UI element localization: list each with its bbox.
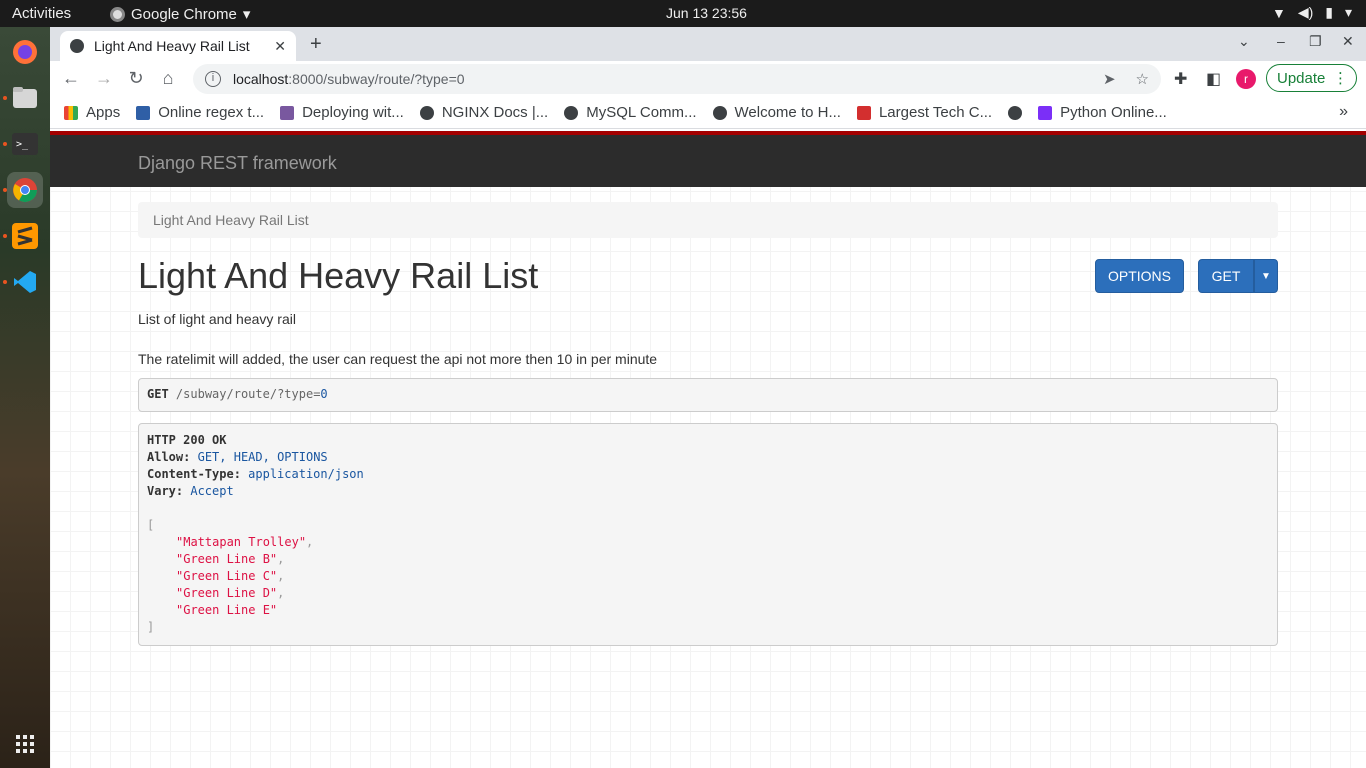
request-type-value: 0 xyxy=(320,387,328,401)
json-item: "Green Line B", xyxy=(176,552,285,566)
tg-icon xyxy=(856,105,871,120)
browser-toolbar: ← → ↻ ⌂ i localhost:8000/subway/route/?t… xyxy=(50,61,1366,97)
volume-icon: ◀) xyxy=(1297,4,1314,20)
files-icon[interactable] xyxy=(7,80,43,116)
regex-icon xyxy=(136,105,151,120)
dock: >_ xyxy=(0,27,50,768)
sublime-icon[interactable] xyxy=(7,218,43,254)
back-icon[interactable]: ← xyxy=(60,68,82,89)
bookmark-apps[interactable]: Apps xyxy=(64,104,120,121)
send-icon[interactable]: ➤ xyxy=(1103,70,1116,88)
globe-icon xyxy=(712,105,727,120)
bookmark-welcome[interactable]: Welcome to H... xyxy=(712,104,841,121)
chevron-down-icon: ▾ xyxy=(242,6,251,23)
request-info: GET /subway/route/?type=0 xyxy=(138,378,1278,412)
heroku-icon xyxy=(280,105,295,120)
home-icon[interactable]: ⌂ xyxy=(157,68,179,89)
response-header: Content-Type: application/json xyxy=(147,467,364,481)
app-menu-label: Google Chrome xyxy=(131,5,237,23)
chevron-down-icon[interactable]: ⌄ xyxy=(1238,33,1250,50)
chevron-right-icon[interactable]: » xyxy=(1339,103,1348,121)
json-item: "Green Line C", xyxy=(176,569,285,583)
svg-text:>_: >_ xyxy=(16,139,29,150)
star-icon[interactable]: ☆ xyxy=(1136,70,1149,88)
request-method: GET xyxy=(147,387,169,401)
bookmark-mysql[interactable]: MySQL Comm... xyxy=(564,104,697,121)
json-item: "Green Line D", xyxy=(176,586,285,600)
minimize-icon[interactable]: – xyxy=(1277,33,1285,49)
page-title: Light And Heavy Rail List xyxy=(138,255,539,296)
bookmarks-bar: Apps Online regex t... Deploying wit... … xyxy=(50,97,1366,129)
json-item: "Mattapan Trolley", xyxy=(176,535,314,549)
bookmark-globe[interactable] xyxy=(1008,105,1023,120)
extensions-icon[interactable]: ✚ xyxy=(1174,69,1187,89)
app-menu[interactable]: Google Chrome ▾ xyxy=(110,5,250,23)
caret-down-icon: ▼ xyxy=(1261,270,1271,282)
close-icon[interactable]: ✕ xyxy=(274,38,286,55)
get-label: GET xyxy=(1211,268,1241,284)
info-icon[interactable]: i xyxy=(205,71,221,87)
terminal-icon[interactable]: >_ xyxy=(7,126,43,162)
update-label: Update xyxy=(1277,69,1326,87)
replit-icon xyxy=(1038,105,1053,120)
kebab-menu-icon: ⋮ xyxy=(1333,70,1348,87)
update-button[interactable]: Update ⋮ xyxy=(1266,64,1357,92)
close-window-icon[interactable]: ✕ xyxy=(1342,33,1354,50)
breadcrumb-item[interactable]: Light And Heavy Rail List xyxy=(153,212,309,228)
bookmark-python-online[interactable]: Python Online... xyxy=(1038,104,1167,121)
new-tab-icon[interactable]: + xyxy=(310,33,322,56)
reload-icon[interactable]: ↻ xyxy=(125,68,147,89)
activities-button[interactable]: Activities xyxy=(12,5,71,22)
ratelimit-note: The ratelimit will added, the user can r… xyxy=(138,351,658,367)
bookmark-nginx[interactable]: NGINX Docs |... xyxy=(419,104,548,121)
restore-icon[interactable]: ❐ xyxy=(1309,33,1322,50)
apps-grid-icon xyxy=(64,105,78,120)
get-format-dropdown[interactable]: ▼ xyxy=(1254,259,1278,293)
system-tray[interactable]: ▼ ◀) ▮ ▾ xyxy=(1272,4,1352,21)
globe-icon xyxy=(70,39,84,53)
forward-icon[interactable]: → xyxy=(93,68,115,89)
view-description: List of light and heavy rail xyxy=(138,311,296,327)
tab-active[interactable]: Light And Heavy Rail List ✕ xyxy=(60,31,296,61)
avatar[interactable]: r xyxy=(1236,69,1256,89)
breadcrumb: Light And Heavy Rail List xyxy=(138,202,1278,238)
options-label: OPTIONS xyxy=(1107,268,1171,284)
chevron-down-icon: ▾ xyxy=(1344,4,1352,20)
response-status: HTTP 200 OK xyxy=(147,433,227,447)
page-content: Django REST framework Light And Heavy Ra… xyxy=(50,131,1366,768)
wifi-icon: ▼ xyxy=(1271,4,1286,21)
drf-brand-link[interactable]: Django REST framework xyxy=(138,153,337,174)
json-close-bracket: ] xyxy=(147,620,155,634)
battery-icon: ▮ xyxy=(1325,4,1333,20)
address-bar[interactable]: i localhost:8000/subway/route/?type=0 ➤ … xyxy=(193,64,1161,94)
request-path: /subway/route/?type= xyxy=(175,387,321,401)
globe-icon xyxy=(419,105,434,120)
chrome-icon[interactable] xyxy=(7,172,43,208)
url-path: :8000/subway/route/?type=0 xyxy=(288,71,465,87)
firefox-icon[interactable] xyxy=(7,34,43,70)
bookmark-regex[interactable]: Online regex t... xyxy=(136,104,264,121)
json-open-bracket: [ xyxy=(147,518,155,532)
response-info: HTTP 200 OK Allow: GET, HEAD, OPTIONS Co… xyxy=(138,423,1278,646)
bookmark-largest-tech[interactable]: Largest Tech C... xyxy=(856,104,992,121)
json-item: "Green Line E" xyxy=(176,603,278,617)
globe-icon xyxy=(564,105,579,120)
response-header: Vary: Accept xyxy=(147,484,234,498)
tab-title: Light And Heavy Rail List xyxy=(94,38,250,54)
clock[interactable]: Jun 13 23:56 xyxy=(666,5,747,21)
url-host: localhost xyxy=(233,71,289,87)
get-button[interactable]: GET xyxy=(1198,259,1254,293)
globe-icon xyxy=(1008,105,1023,120)
drf-navbar: Django REST framework xyxy=(50,131,1366,187)
system-top-bar: Activities Google Chrome ▾ Jun 13 23:56 … xyxy=(0,0,1366,27)
response-header: Allow: GET, HEAD, OPTIONS xyxy=(147,450,328,464)
options-button[interactable]: OPTIONS xyxy=(1095,259,1184,293)
side-panel-icon[interactable]: ◧ xyxy=(1206,69,1221,89)
browser-window: Light And Heavy Rail List ✕ + ⌄ – ❐ ✕ ← … xyxy=(50,27,1366,768)
bookmark-deploying[interactable]: Deploying wit... xyxy=(280,104,404,121)
chrome-icon xyxy=(110,6,125,22)
app-grid-icon[interactable] xyxy=(7,726,43,762)
vscode-icon[interactable] xyxy=(7,264,43,300)
tab-strip: Light And Heavy Rail List ✕ + ⌄ – ❐ ✕ xyxy=(50,27,1366,61)
